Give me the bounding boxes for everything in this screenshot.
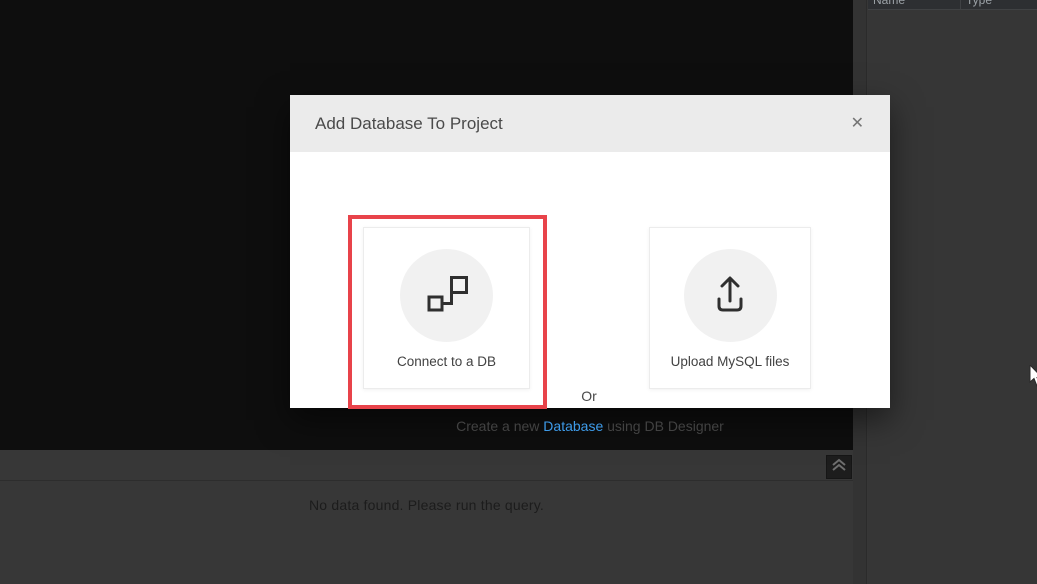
create-prefix: Create a new <box>456 418 544 434</box>
dialog-body: Connect to a DB Upload MySQL files Or Cr… <box>290 152 890 434</box>
dialog-header: Add Database To Project ✕ <box>290 95 890 152</box>
icon-circle <box>400 249 493 342</box>
mouse-cursor <box>1029 363 1037 392</box>
create-suffix: using DB Designer <box>603 418 724 434</box>
results-panel: No data found. Please run the query. <box>0 450 853 584</box>
card-label: Upload MySQL files <box>670 354 790 369</box>
or-separator: Or <box>581 388 597 404</box>
screen: No data found. Please run the query. Nam… <box>0 0 1037 584</box>
card-label: Connect to a DB <box>396 354 497 369</box>
database-link[interactable]: Database <box>543 418 603 434</box>
schema-sidebar: Name Type <box>868 0 1037 584</box>
icon-circle <box>683 249 777 342</box>
db-connect-icon <box>424 270 470 321</box>
results-area: No data found. Please run the query. <box>0 481 853 515</box>
results-toolbar <box>0 450 853 481</box>
double-chevron-up-icon <box>830 457 848 478</box>
no-data-message: No data found. Please run the query. <box>309 497 544 513</box>
dialog-title: Add Database To Project <box>315 113 503 133</box>
create-database-line: Create a new Database using DB Designer <box>290 418 890 434</box>
schema-table-header: Name Type <box>868 0 1037 10</box>
upload-mysql-card[interactable]: Upload MySQL files <box>649 227 811 389</box>
close-icon[interactable]: ✕ <box>849 114 866 134</box>
connect-to-db-card[interactable]: Connect to a DB <box>363 227 530 389</box>
upload-icon <box>707 270 753 321</box>
add-database-dialog: Add Database To Project ✕ Connect to a D… <box>290 95 890 434</box>
expand-panel-button[interactable] <box>826 455 852 479</box>
column-header-name[interactable]: Name <box>868 0 961 9</box>
column-header-type[interactable]: Type <box>961 0 992 9</box>
